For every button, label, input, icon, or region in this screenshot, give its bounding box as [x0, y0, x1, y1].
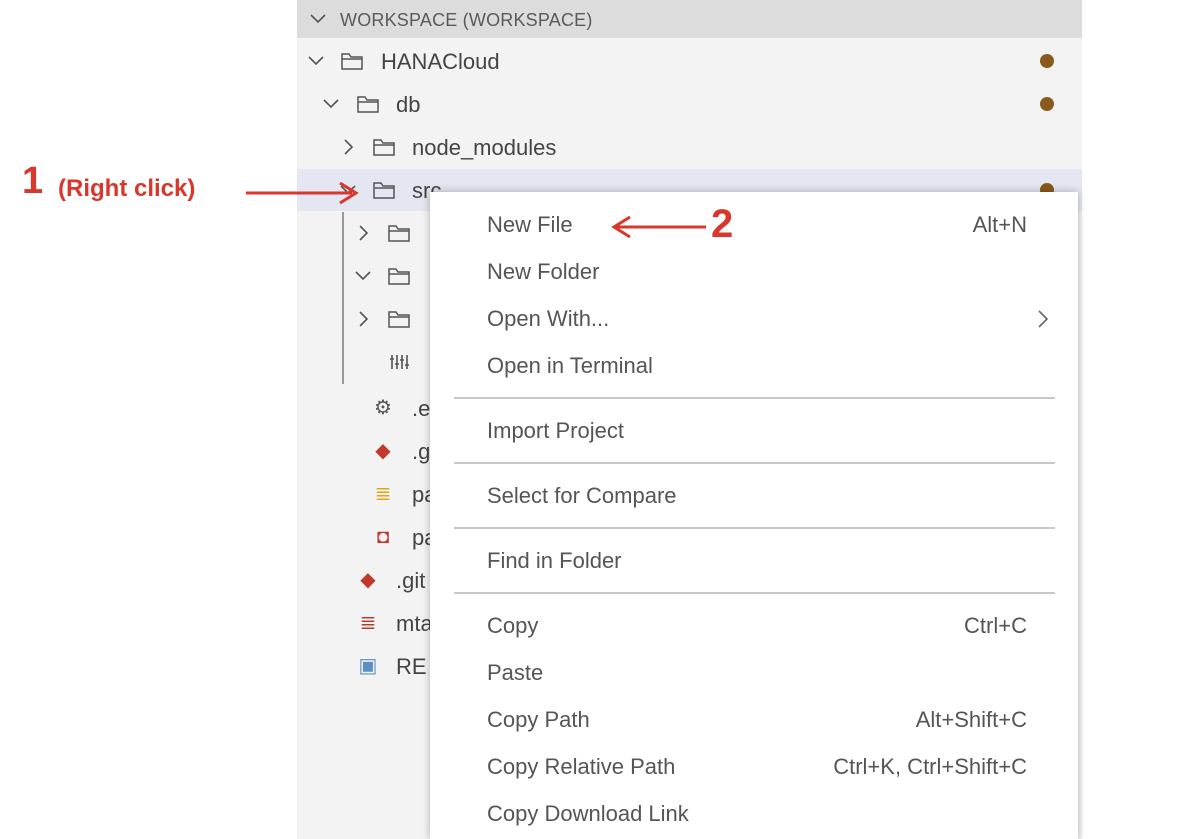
folder-icon	[388, 225, 410, 242]
menu-item-find-in-folder[interactable]: Find in Folder	[430, 538, 1078, 582]
menu-item-label: New File	[487, 212, 573, 237]
annotation-arrow-right-icon	[246, 181, 359, 205]
menu-item-label: Find in Folder	[487, 548, 622, 573]
git-icon: ◆	[375, 440, 391, 462]
tree-item-label: mta	[396, 611, 433, 636]
tree-item-db[interactable]: db	[297, 83, 1082, 125]
chevron-down-icon[interactable]	[306, 51, 326, 71]
tree-item-label: .git	[396, 568, 426, 593]
annotation-arrow-left-icon	[611, 215, 706, 239]
menu-separator	[454, 397, 1055, 399]
menu-item-shortcut: Ctrl+C	[964, 613, 1027, 638]
modified-indicator	[1040, 97, 1054, 111]
chevron-down-icon[interactable]	[308, 9, 328, 29]
tree-item-label: .e	[412, 396, 431, 421]
tree-item-label: db	[396, 92, 421, 117]
chevron-down-icon[interactable]	[321, 94, 341, 114]
annotation-step-2-number: 2	[711, 202, 734, 246]
chevron-right-icon	[1038, 310, 1049, 328]
menu-item-label: Copy Download Link	[487, 801, 689, 826]
chevron-right-icon[interactable]	[353, 309, 373, 329]
database-icon: ≣	[359, 612, 377, 634]
menu-item-label: Copy	[487, 613, 539, 638]
chevron-down-icon[interactable]	[353, 266, 373, 286]
readme-icon: ▣	[358, 655, 378, 677]
folder-icon	[388, 268, 410, 285]
menu-separator	[454, 592, 1055, 594]
tree-item-label: RE	[396, 654, 427, 679]
folder-icon	[341, 53, 363, 70]
workspace-title: WORKSPACE (WORKSPACE)	[340, 10, 593, 30]
modified-indicator	[1040, 54, 1054, 68]
chevron-right-icon[interactable]	[353, 223, 373, 243]
folder-icon	[357, 96, 379, 113]
menu-item-open-with[interactable]: Open With...	[430, 296, 1078, 340]
folder-icon	[373, 139, 395, 156]
menu-item-label: Copy Path	[487, 707, 590, 732]
folder-icon	[373, 182, 395, 199]
menu-item-copy-path[interactable]: Copy Path Alt+Shift+C	[430, 697, 1078, 741]
menu-item-new-file[interactable]: New File Alt+N	[430, 202, 1078, 246]
menu-item-label: Open in Terminal	[487, 353, 653, 378]
menu-item-select-for-compare[interactable]: Select for Compare	[430, 473, 1078, 517]
menu-item-open-in-terminal[interactable]: Open in Terminal	[430, 343, 1078, 387]
tree-item-label: node_modules	[412, 135, 557, 160]
menu-item-copy[interactable]: Copy Ctrl+C	[430, 603, 1078, 647]
menu-item-label: Copy Relative Path	[487, 754, 676, 779]
workspace-section-header[interactable]: WORKSPACE (WORKSPACE)	[297, 0, 1082, 38]
menu-item-label: New Folder	[487, 259, 600, 284]
tree-indent-guide	[342, 212, 344, 384]
menu-item-copy-relative-path[interactable]: Copy Relative Path Ctrl+K, Ctrl+Shift+C	[430, 744, 1078, 788]
menu-item-copy-download-link[interactable]: Copy Download Link	[430, 791, 1078, 835]
tree-item-label: .g	[412, 439, 431, 464]
menu-item-paste[interactable]: Paste	[430, 650, 1078, 694]
annotation-step-1-number: 1	[22, 160, 44, 202]
menu-item-shortcut: Alt+N	[972, 212, 1027, 237]
tree-item-node-modules[interactable]: node_modules	[297, 126, 1082, 168]
git-icon: ◆	[360, 569, 376, 591]
tree-item-label: HANACloud	[381, 49, 500, 74]
menu-item-label: Open With...	[487, 306, 610, 331]
chevron-right-icon[interactable]	[338, 137, 358, 157]
menu-item-label: Paste	[487, 660, 544, 685]
menu-item-label: Select for Compare	[487, 483, 677, 508]
menu-separator	[454, 527, 1055, 529]
database-icon: ≣	[374, 483, 392, 505]
annotation-step-1-text: (Right click)	[58, 175, 196, 202]
context-menu: New File Alt+N New Folder Open With... O…	[430, 192, 1078, 839]
menu-item-shortcut: Ctrl+K, Ctrl+Shift+C	[833, 754, 1027, 779]
gear-icon: ⚙	[374, 397, 392, 419]
settings-sliders-icon	[390, 355, 409, 369]
tree-item-hanacloud[interactable]: HANACloud	[297, 40, 1082, 82]
menu-separator	[454, 462, 1055, 464]
menu-item-import-project[interactable]: Import Project	[430, 408, 1078, 452]
menu-item-label: Import Project	[487, 418, 624, 443]
menu-item-new-folder[interactable]: New Folder	[430, 249, 1078, 293]
package-icon: ◘	[376, 526, 390, 548]
menu-item-shortcut: Alt+Shift+C	[915, 707, 1027, 732]
folder-icon	[388, 311, 410, 328]
